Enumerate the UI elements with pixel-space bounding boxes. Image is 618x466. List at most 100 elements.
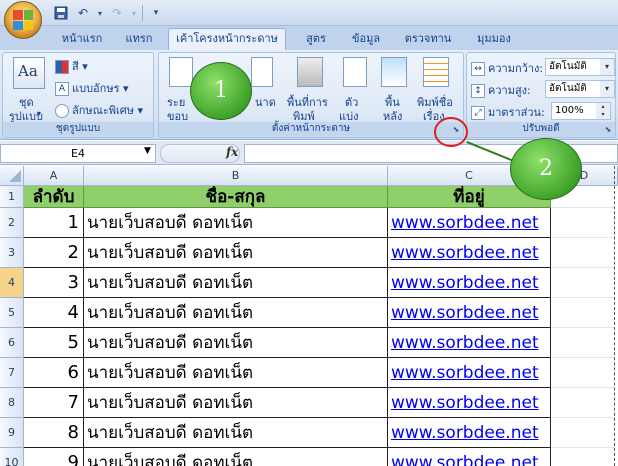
- width-row: ↔ ความกว้าง:: [471, 59, 543, 77]
- office-button[interactable]: [4, 1, 42, 39]
- table-cell-number[interactable]: 2: [24, 238, 84, 268]
- table-cell-url[interactable]: www.sorbdee.net: [388, 238, 551, 268]
- effects-circle-icon: [55, 104, 69, 118]
- empty-cell-d[interactable]: [551, 298, 614, 328]
- table-cell-name[interactable]: นายเว็บสอบดี ดอทเน็ต: [84, 208, 388, 238]
- table-cell-url[interactable]: www.sorbdee.net: [388, 208, 551, 238]
- row-header[interactable]: 4: [0, 268, 24, 298]
- page-setup-group-label: ตั้งค่าหน้ากระดาษ: [159, 122, 463, 136]
- tab-formulas[interactable]: สูตร: [294, 29, 338, 50]
- tab-data[interactable]: ข้อมูล: [342, 29, 390, 50]
- table-cell-name[interactable]: นายเว็บสอบดี ดอทเน็ต: [84, 298, 388, 328]
- table-cell-number[interactable]: 1: [24, 208, 84, 238]
- tab-review[interactable]: ตรวจทาน: [396, 29, 460, 50]
- empty-cell-d[interactable]: [551, 238, 614, 268]
- row-header[interactable]: 2: [0, 208, 24, 238]
- table-cell-url[interactable]: www.sorbdee.net: [388, 388, 551, 418]
- printer-icon[interactable]: [297, 57, 323, 87]
- worksheet-grid[interactable]: A B C D 1 ลำดับ ชื่อ-สกุล ที่อยู่ 2 1 นายเว็บส…: [0, 166, 618, 466]
- row-header[interactable]: 5: [0, 298, 24, 328]
- table-cell-url[interactable]: www.sorbdee.net: [388, 448, 551, 466]
- empty-cell-d[interactable]: [551, 268, 614, 298]
- tab-insert[interactable]: แทรก: [114, 29, 164, 50]
- redo-icon[interactable]: ↷: [108, 4, 126, 22]
- width-dropdown[interactable]: อัตโนมัติ ▾: [545, 58, 615, 76]
- name-box[interactable]: E4: [0, 144, 156, 163]
- scale-group-label: ปรับพอดี: [467, 122, 615, 136]
- empty-cell-d[interactable]: [551, 328, 614, 358]
- name-box-dropdown-icon[interactable]: ▼: [144, 146, 151, 156]
- table-cell-name[interactable]: นายเว็บสอบดี ดอทเน็ต: [84, 238, 388, 268]
- undo-icon[interactable]: ↶: [74, 4, 92, 22]
- row-header[interactable]: 6: [0, 328, 24, 358]
- empty-cell-d[interactable]: [551, 208, 614, 238]
- row-header[interactable]: 9: [0, 418, 24, 448]
- table-cell-number[interactable]: 8: [24, 418, 84, 448]
- width-icon: ↔: [471, 62, 485, 76]
- save-icon[interactable]: [52, 4, 70, 22]
- table-cell-url[interactable]: www.sorbdee.net: [388, 298, 551, 328]
- insert-function-icon[interactable]: fx: [226, 145, 238, 159]
- scale-spinner[interactable]: 100% ▴ ▾: [551, 102, 611, 120]
- table-cell-number[interactable]: 7: [24, 388, 84, 418]
- tab-view[interactable]: มุมมอง: [466, 29, 522, 50]
- scale-dialog-launcher-icon[interactable]: ⬊: [603, 125, 613, 135]
- qat-separator: [142, 5, 143, 21]
- size-label[interactable]: นาด: [255, 93, 276, 111]
- tab-home[interactable]: หน้าแรก: [52, 29, 112, 50]
- table-cell-name[interactable]: นายเว็บสอบดี ดอทเน็ต: [84, 418, 388, 448]
- header-cell-a[interactable]: ลำดับ: [24, 186, 84, 208]
- column-header-a[interactable]: A: [24, 166, 84, 186]
- themes-dropdown-icon[interactable]: ▾: [37, 109, 41, 118]
- height-dropdown[interactable]: อัตโนมัติ ▾: [545, 80, 615, 98]
- table-cell-number[interactable]: 5: [24, 328, 84, 358]
- redo-dropdown-icon[interactable]: ▾: [130, 4, 138, 22]
- background-image-icon[interactable]: [381, 57, 407, 87]
- scale-to-fit-group: ↔ ความกว้าง: อัตโนมัติ ▾ ↕ ความสูง: อัตโนมั…: [466, 52, 616, 138]
- table-cell-number[interactable]: 4: [24, 298, 84, 328]
- theme-effects-button[interactable]: ลักษณะพิเศษ ▾: [55, 101, 143, 119]
- row-header[interactable]: 8: [0, 388, 24, 418]
- empty-cell-d[interactable]: [551, 358, 614, 388]
- themes-icon[interactable]: Aa: [13, 57, 45, 89]
- select-all-corner[interactable]: [0, 166, 24, 186]
- theme-fonts-button[interactable]: A แบบอักษร ▾: [55, 79, 129, 97]
- table-cell-number[interactable]: 6: [24, 358, 84, 388]
- table-cell-number[interactable]: 3: [24, 268, 84, 298]
- table-cell-name[interactable]: นายเว็บสอบดี ดอทเน็ต: [84, 358, 388, 388]
- office-logo-icon: [13, 10, 33, 30]
- table-cell-name[interactable]: นายเว็บสอบดี ดอทเน็ต: [84, 448, 388, 466]
- table-cell-url[interactable]: www.sorbdee.net: [388, 268, 551, 298]
- row-header[interactable]: 10: [0, 448, 24, 466]
- width-value: อัตโนมัติ: [549, 61, 587, 72]
- row-header[interactable]: 3: [0, 238, 24, 268]
- table-cell-url[interactable]: www.sorbdee.net: [388, 328, 551, 358]
- empty-cell-d[interactable]: [551, 418, 614, 448]
- margins-icon[interactable]: [169, 57, 193, 87]
- table-cell-name[interactable]: นายเว็บสอบดี ดอทเน็ต: [84, 328, 388, 358]
- table-cell-number[interactable]: 9: [24, 448, 84, 466]
- undo-dropdown-icon[interactable]: ▾: [96, 4, 104, 22]
- row-header[interactable]: 1: [0, 186, 24, 208]
- table-cell-url[interactable]: www.sorbdee.net: [388, 418, 551, 448]
- column-header-b[interactable]: B: [84, 166, 388, 186]
- table-cell-url[interactable]: www.sorbdee.net: [388, 358, 551, 388]
- empty-cell-d[interactable]: [551, 388, 614, 418]
- header-cell-b[interactable]: ชื่อ-สกุล: [84, 186, 388, 208]
- table-cell-name[interactable]: นายเว็บสอบดี ดอทเน็ต: [84, 388, 388, 418]
- customize-qat-icon[interactable]: ▾: [147, 4, 165, 22]
- row-header[interactable]: 7: [0, 358, 24, 388]
- scale-spinner-icon: ▴ ▾: [596, 103, 610, 119]
- print-titles-icon[interactable]: [423, 57, 449, 87]
- scale-label: มาตราส่วน:: [488, 106, 545, 119]
- theme-colors-button[interactable]: สี ▾: [55, 57, 88, 75]
- callout-one: 1: [190, 62, 252, 120]
- width-label: ความกว้าง:: [488, 62, 544, 75]
- tab-page-layout[interactable]: เค้าโครงหน้ากระดาษ: [168, 28, 286, 50]
- breaks-icon[interactable]: [343, 57, 367, 87]
- size-icon[interactable]: [251, 57, 273, 87]
- table-cell-name[interactable]: นายเว็บสอบดี ดอทเน็ต: [84, 268, 388, 298]
- height-label: ความสูง:: [488, 84, 531, 97]
- floppy-icon: [54, 6, 68, 20]
- empty-cell-d[interactable]: [551, 448, 614, 466]
